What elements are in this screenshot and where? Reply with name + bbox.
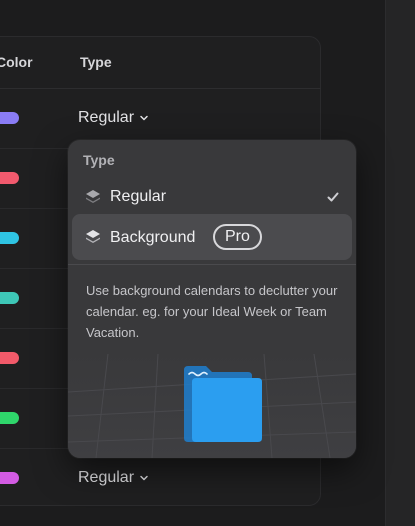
calendar-color-swatch[interactable] [0,472,19,484]
type-select-value: Regular [78,109,135,126]
dropdown-title: Type [83,152,115,168]
option-label: Background [110,229,196,246]
table-header: Color Type [0,36,321,89]
background-calendar-description: Use background calendars to declutter yo… [86,283,338,340]
option-background[interactable]: Background Pro [72,214,352,260]
right-side-panel [385,0,415,526]
type-select-value: Regular [78,469,135,486]
background-calendar-illustration [68,354,356,458]
chevron-down-icon [140,475,148,481]
checkmark-icon [327,192,339,202]
calendar-color-swatch[interactable] [0,412,19,424]
type-select[interactable]: Regular [78,109,149,127]
calendar-color-swatch[interactable] [0,352,19,364]
type-select[interactable]: Regular [78,469,149,487]
calendar-color-swatch[interactable] [0,112,19,124]
chevron-down-icon [140,115,148,121]
pro-badge: Pro [213,224,262,250]
layers-icon [86,230,100,243]
divider [68,264,356,265]
layers-icon [86,190,100,203]
calendar-color-swatch[interactable] [0,292,19,304]
column-header-color: Color [0,54,33,70]
folder-icon [184,366,262,442]
type-dropdown-menu: Type Regular Background Pro Use backgrou… [68,140,356,458]
calendar-color-swatch[interactable] [0,232,19,244]
calendar-color-swatch[interactable] [0,172,19,184]
column-header-type: Type [80,54,112,70]
option-label: Regular [110,188,167,205]
